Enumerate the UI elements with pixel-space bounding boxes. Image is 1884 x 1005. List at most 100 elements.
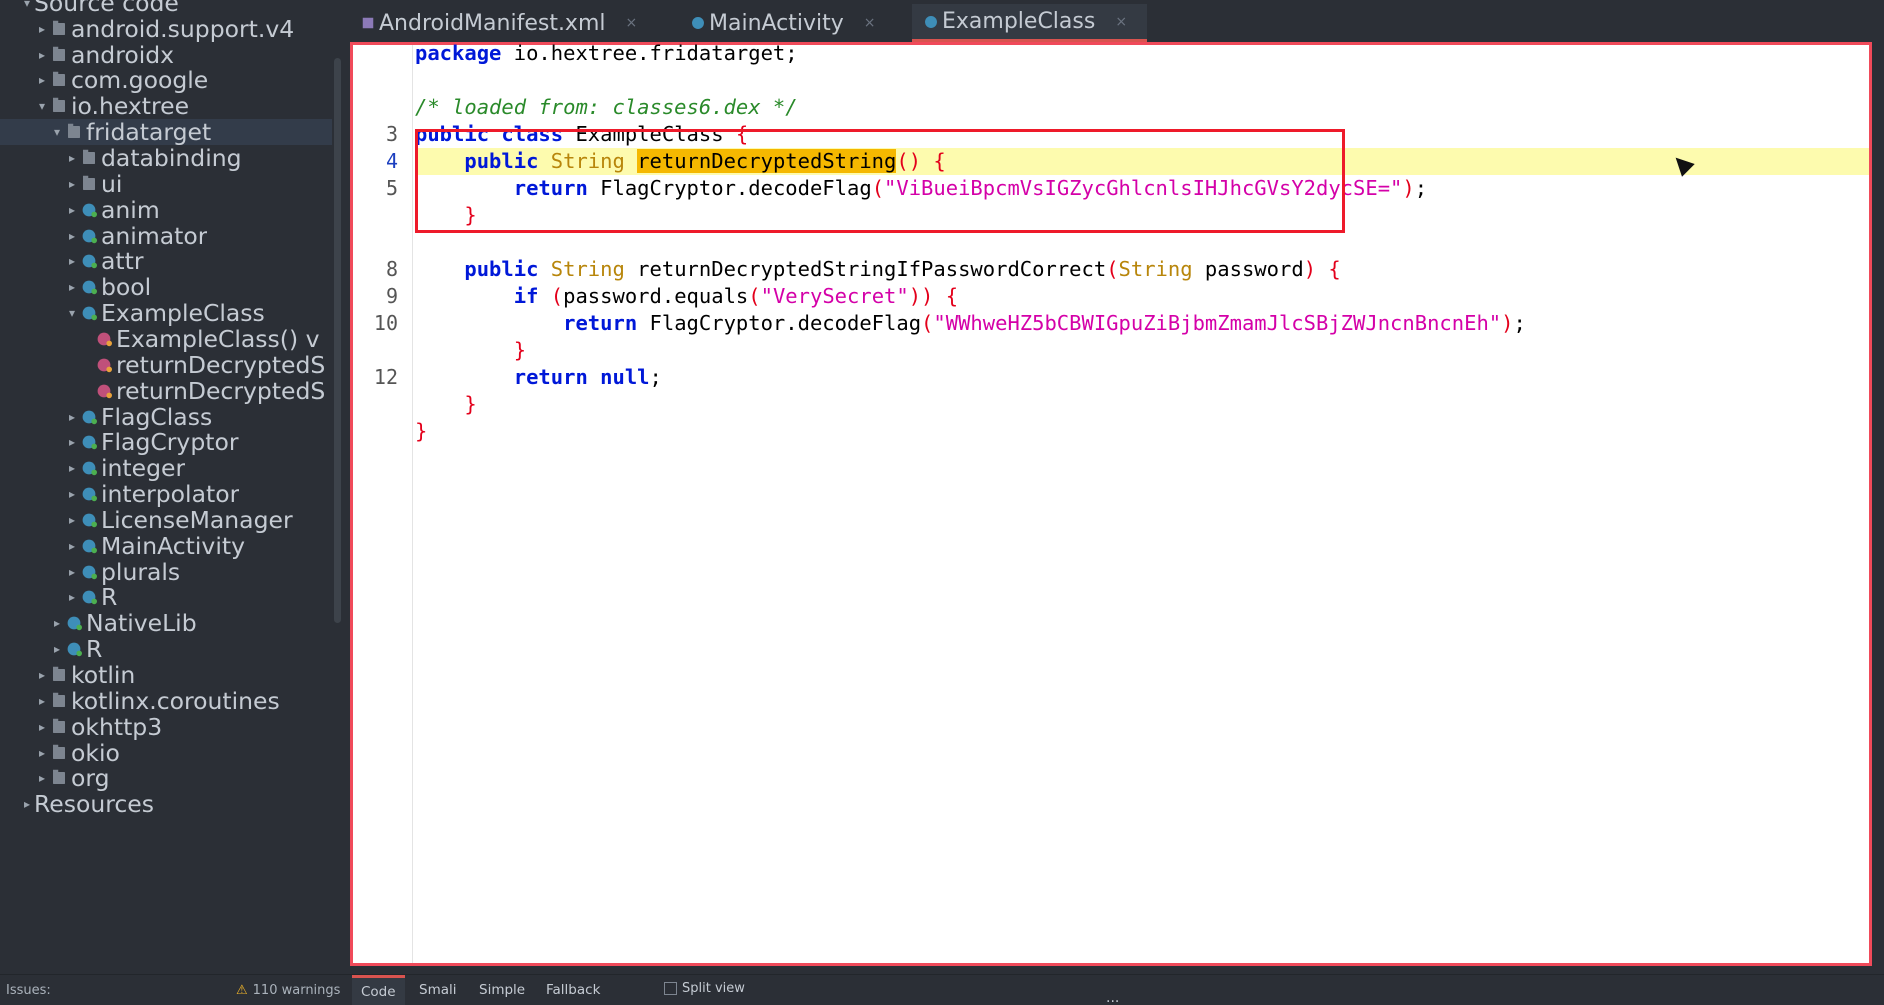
tree-item[interactable]: ▸ attr — [0, 247, 332, 275]
warnings-indicator[interactable]: ⚠ 110 warnings — [236, 983, 340, 998]
expand-arrow-icon[interactable]: ▾ — [65, 306, 79, 320]
code-line[interactable]: } — [415, 391, 1869, 418]
tree-item[interactable]: ▸ androidx — [0, 41, 332, 69]
tree-item[interactable]: ▸ okhttp3 — [0, 713, 332, 741]
tree-item[interactable]: ▸ anim — [0, 196, 332, 224]
collapse-arrow-icon[interactable]: ▸ — [65, 410, 79, 424]
collapse-arrow-icon[interactable]: ▸ — [35, 720, 49, 734]
expand-arrow-icon[interactable]: ▾ — [20, 0, 34, 10]
tree-item[interactable]: ▸ com.google — [0, 66, 332, 94]
collapse-arrow-icon[interactable]: ▸ — [35, 694, 49, 708]
collapse-arrow-icon[interactable]: ▸ — [65, 254, 79, 268]
tree-item[interactable]: ▸ MainActivity — [0, 532, 332, 560]
tree-item[interactable]: ▾ fridatarget — [0, 118, 332, 146]
collapse-arrow-icon[interactable]: ▸ — [65, 539, 79, 553]
view-tab-code[interactable]: Code — [352, 975, 405, 1005]
tree-item[interactable]: ▸ kotlinx.coroutines — [0, 687, 332, 715]
tree-item[interactable]: ▸ animator — [0, 222, 332, 250]
code-token: { — [945, 284, 959, 308]
tree-item[interactable]: ▾ ExampleClass — [0, 299, 332, 328]
collapse-arrow-icon[interactable]: ▸ — [65, 590, 79, 604]
split-view-checkbox[interactable] — [664, 982, 677, 995]
code-line[interactable]: return FlagCryptor.decodeFlag("WWhweHZ5b… — [415, 310, 1869, 337]
code-line[interactable]: /* loaded from: classes6.dex */ — [415, 94, 1869, 121]
tab-exampleclass[interactable]: ExampleClass × — [912, 4, 1147, 42]
more-options[interactable]: ... — [1106, 990, 1119, 1005]
view-tab-fallback[interactable]: Fallback — [537, 975, 609, 1005]
collapse-arrow-icon[interactable]: ▸ — [65, 513, 79, 527]
class-icon — [82, 435, 98, 450]
collapse-arrow-icon[interactable]: ▸ — [65, 461, 79, 475]
tree-item-label: ExampleClass — [101, 299, 265, 328]
collapse-arrow-icon[interactable]: ▸ — [65, 151, 79, 165]
tree-item[interactable]: ▸ kotlin — [0, 661, 332, 689]
tree-item[interactable]: returnDecryptedS — [0, 377, 332, 405]
code-line[interactable]: } — [415, 418, 1869, 445]
close-icon[interactable]: × — [626, 15, 638, 31]
collapse-arrow-icon[interactable]: ▸ — [65, 565, 79, 579]
close-icon[interactable]: × — [864, 15, 876, 31]
collapse-arrow-icon[interactable]: ▸ — [50, 642, 64, 656]
tree-item[interactable]: ▸ interpolator — [0, 480, 332, 508]
code-line[interactable]: package io.hextree.fridatarget; — [415, 40, 1869, 67]
collapse-arrow-icon[interactable]: ▸ — [65, 280, 79, 294]
collapse-arrow-icon[interactable]: ▸ — [65, 487, 79, 501]
view-tab-smali[interactable]: Smali — [410, 975, 466, 1005]
tab-androidmanifest-xml[interactable]: AndroidManifest.xml × — [349, 4, 659, 42]
view-tab-simple[interactable]: Simple — [470, 975, 534, 1005]
collapse-arrow-icon[interactable]: ▸ — [35, 48, 49, 62]
code-line[interactable]: public String returnDecryptedStringIfPas… — [415, 256, 1869, 283]
collapse-arrow-icon[interactable]: ▸ — [20, 797, 34, 811]
collapse-arrow-icon[interactable]: ▸ — [35, 746, 49, 760]
tree-item[interactable]: ▸ R — [0, 583, 332, 611]
tree-item[interactable]: ▸ org — [0, 764, 332, 792]
tree-item[interactable]: ▾ Source code — [0, 0, 332, 17]
code-line[interactable]: } — [415, 202, 1869, 229]
tree-item[interactable]: ▸ integer — [0, 454, 332, 482]
tree-item[interactable]: ▸ bool — [0, 273, 332, 301]
tree-item[interactable]: ▸ FlagCryptor — [0, 428, 332, 456]
tree-scrollbar[interactable] — [334, 58, 341, 623]
tree-item[interactable]: ▸ plurals — [0, 558, 332, 586]
code-editor[interactable]: 3 4 5 8 9 10 12 package io.hextree.fridatarget… — [350, 41, 1872, 966]
tree-item[interactable]: ▸ FlagClass — [0, 403, 332, 431]
collapse-arrow-icon[interactable]: ▸ — [50, 616, 64, 630]
expand-arrow-icon[interactable]: ▾ — [50, 125, 64, 139]
close-icon[interactable]: × — [1115, 14, 1127, 30]
code-line[interactable]: return null; — [415, 364, 1869, 391]
collapse-arrow-icon[interactable]: ▸ — [65, 203, 79, 217]
code-line[interactable]: public String returnDecryptedString() { — [415, 148, 1869, 175]
split-view-toggle[interactable]: Split view — [664, 981, 745, 996]
tree-item[interactable]: returnDecryptedS — [0, 351, 332, 379]
collapse-arrow-icon[interactable]: ▸ — [65, 435, 79, 449]
expand-arrow-icon[interactable]: ▾ — [35, 99, 49, 113]
code-line[interactable]: return FlagCryptor.decodeFlag("ViBueiBpc… — [415, 175, 1869, 202]
tree-item[interactable]: ▸ okio — [0, 739, 332, 767]
tree-item[interactable]: ▸ NativeLib — [0, 609, 332, 637]
tab-mainactivity[interactable]: MainActivity × — [679, 4, 897, 42]
code-token: return — [513, 176, 588, 200]
code-line[interactable] — [415, 229, 1869, 256]
tree-item[interactable]: ▸ LicenseManager — [0, 506, 332, 534]
tree-item[interactable]: ▸ R — [0, 635, 332, 663]
collapse-arrow-icon[interactable]: ▸ — [65, 177, 79, 191]
tree-item[interactable]: ▸ android.support.v4 — [0, 15, 332, 43]
tree-item[interactable]: ▾ io.hextree — [0, 92, 332, 120]
code-line[interactable]: } — [415, 337, 1869, 364]
code-line[interactable]: if (password.equals("VerySecret")) { — [415, 283, 1869, 310]
tree-item[interactable]: ExampleClass() v — [0, 325, 332, 353]
code-area[interactable]: package io.hextree.fridatarget; /* loaded… — [415, 41, 1869, 963]
collapse-arrow-icon[interactable]: ▸ — [35, 22, 49, 36]
tree-item[interactable]: ▸ databinding — [0, 144, 332, 172]
splitter-handle[interactable]: ⋮ — [344, 495, 345, 515]
collapse-arrow-icon[interactable]: ▸ — [35, 73, 49, 87]
collapse-arrow-icon[interactable]: ▸ — [35, 668, 49, 682]
tree-item[interactable]: ▸ Resources — [0, 790, 332, 818]
collapse-arrow-icon[interactable]: ▸ — [35, 771, 49, 785]
code-line[interactable]: public class ExampleClass { — [415, 121, 1869, 148]
code-token: return — [513, 365, 588, 389]
method-icon — [97, 358, 113, 373]
collapse-arrow-icon[interactable]: ▸ — [65, 229, 79, 243]
code-line[interactable] — [415, 67, 1869, 94]
tree-item[interactable]: ▸ ui — [0, 170, 332, 198]
